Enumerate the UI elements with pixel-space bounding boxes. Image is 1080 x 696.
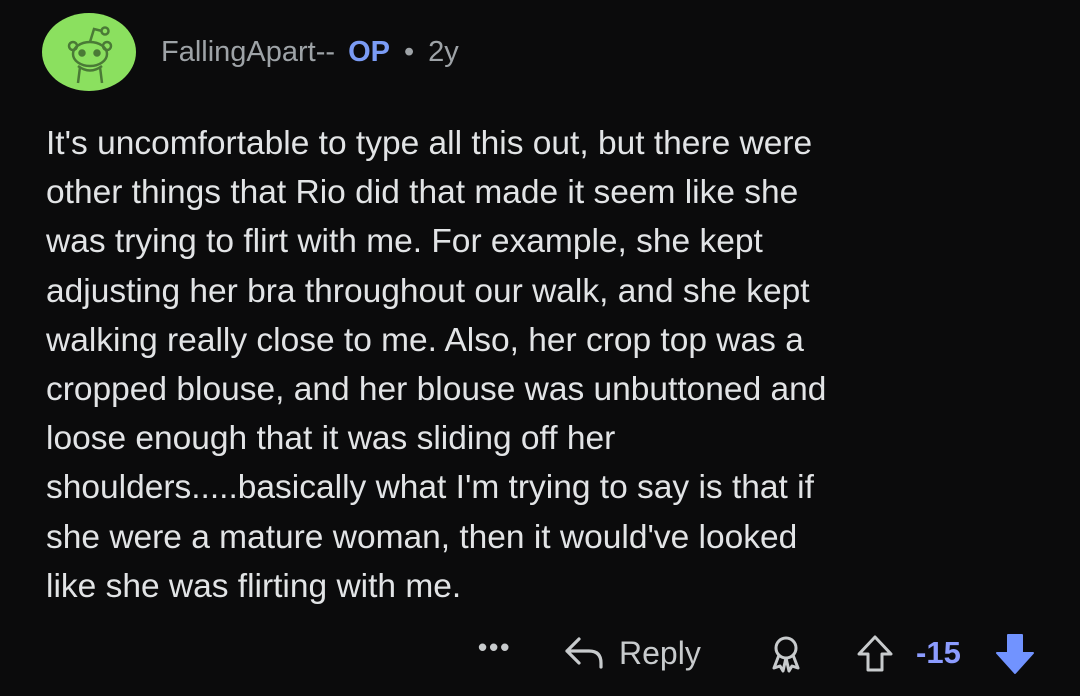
comment-header: FallingApart-- OP • 2y (42, 12, 459, 92)
comment-line: she were a mature woman, then it would'v… (46, 518, 798, 556)
comment-line: like she was flirting with me. (46, 567, 462, 605)
avatar[interactable] (42, 13, 136, 91)
reply-label: Reply (619, 634, 701, 671)
comment-actions: ••• Reply -15 (0, 626, 1080, 680)
upvote-button[interactable] (856, 634, 894, 679)
vote-score: -15 (916, 635, 961, 670)
op-badge: OP (348, 35, 390, 68)
comment-line: It's uncomfortable to type all this out,… (46, 125, 813, 162)
downvote-button[interactable] (994, 632, 1036, 681)
award-button[interactable] (766, 634, 806, 679)
downvote-arrow-icon (996, 634, 1034, 674)
comment-line: loose enough that it was sliding off her (46, 420, 616, 458)
comment-line: adjusting her bra throughout our walk, a… (46, 272, 810, 310)
comment-line: shoulders.....basically what I'm trying … (46, 469, 814, 507)
author-name[interactable]: FallingApart-- (161, 36, 335, 69)
more-options-button[interactable]: ••• (478, 632, 511, 663)
reply-arrow-icon (565, 637, 603, 669)
comment-line: other things that Rio did that made it s… (46, 174, 799, 212)
author-meta: FallingApart-- OP • 2y (161, 36, 459, 69)
comment-body: It's uncomfortable to type all this out,… (46, 119, 1056, 611)
comment-line: walking really close to me. Also, her cr… (46, 321, 804, 359)
meta-separator: • (403, 35, 415, 68)
award-icon (772, 636, 800, 673)
upvote-arrow-icon (857, 635, 893, 672)
comment-line: cropped blouse, and her blouse was unbut… (46, 371, 827, 409)
comment-line: was trying to flirt with me. For example… (46, 223, 763, 261)
comment-age: 2y (428, 35, 459, 68)
reply-button[interactable]: Reply (563, 626, 701, 680)
snoo-avatar-icon (67, 26, 113, 84)
